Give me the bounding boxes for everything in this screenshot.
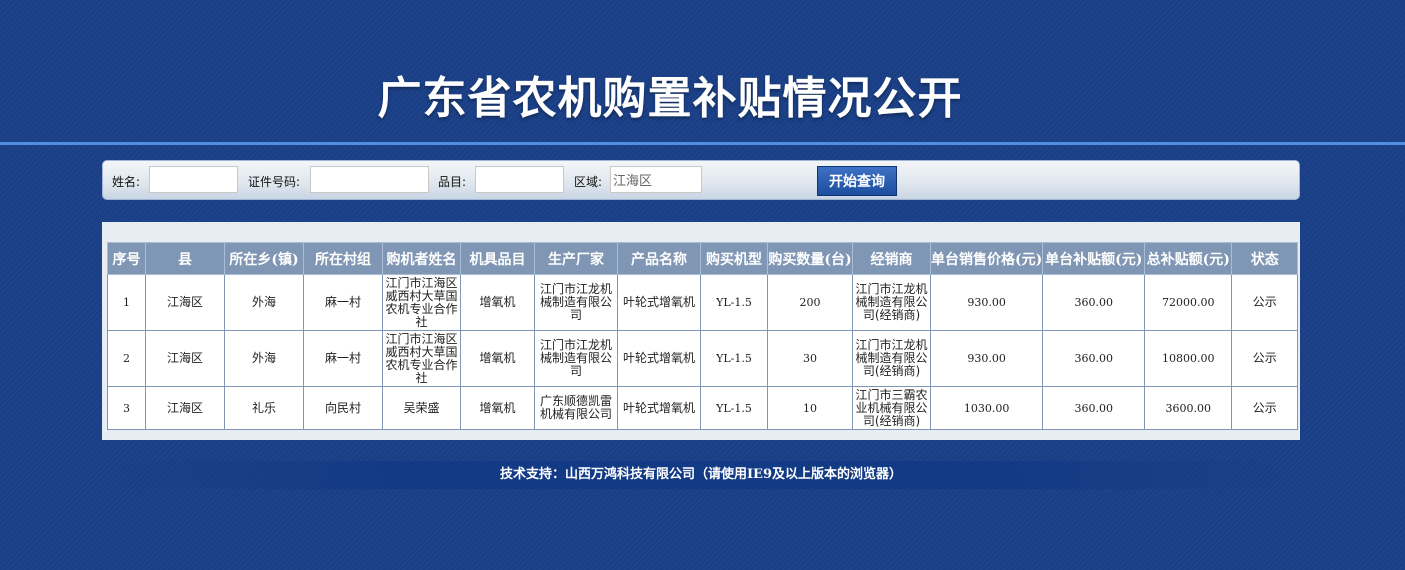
cell-county: 江海区 — [145, 386, 225, 430]
search-button[interactable]: 开始查询 — [817, 166, 897, 196]
id-number-input[interactable] — [310, 166, 429, 193]
dealer-name: 江门市三霸农业机械有限公司(经销商) — [855, 387, 928, 428]
col-header-manufacturer: 生产厂家 — [534, 242, 618, 275]
search-bar: 姓名: 证件号码: 品目: 区域: 开始查询 — [102, 160, 1300, 200]
cell-quantity: 30 — [767, 330, 853, 387]
cell-unit-subsidy: 360.00 — [1042, 330, 1146, 387]
cell-status: 公示 — [1231, 386, 1299, 430]
cell-village: 向民村 — [303, 386, 383, 430]
cell-status: 公示 — [1231, 330, 1299, 387]
region-label: 区域: — [574, 175, 603, 189]
cell-product: 叶轮式增氧机 — [617, 386, 701, 430]
page-header: 广东省农机购置补贴情况公开 — [0, 0, 1405, 142]
cell-index: 2 — [107, 330, 146, 387]
subsidy-table: 序号 县 所在乡(镇) 所在村组 购机者姓名 机具品目 生产厂家 产品名称 购买… — [107, 242, 1299, 430]
col-header-model: 购买机型 — [700, 242, 768, 275]
col-header-product: 产品名称 — [617, 242, 701, 275]
cell-unit-subsidy: 360.00 — [1042, 386, 1146, 430]
col-header-category: 机具品目 — [460, 242, 535, 275]
cell-dealer: 江门市江龙机械制造有限公司(经销商) — [852, 274, 931, 331]
id-number-label: 证件号码: — [248, 175, 301, 189]
item-input[interactable] — [475, 166, 564, 193]
region-input[interactable] — [610, 166, 702, 193]
col-header-town: 所在乡(镇) — [224, 242, 304, 275]
cell-town: 外海 — [224, 274, 304, 331]
name-input[interactable] — [149, 166, 238, 193]
cell-model: YL-1.5 — [700, 330, 768, 387]
item-label: 品目: — [438, 175, 467, 189]
col-header-unit-price: 单台销售价格(元) — [929, 242, 1044, 275]
cell-category: 增氧机 — [460, 386, 535, 430]
cell-unit-price: 930.00 — [929, 274, 1044, 331]
cell-buyer: 江门市江海区威西村大草国农机专业合作社 — [382, 274, 461, 331]
cell-unit-subsidy: 360.00 — [1042, 274, 1146, 331]
cell-category: 增氧机 — [460, 274, 535, 331]
cell-category: 增氧机 — [460, 330, 535, 387]
cell-dealer: 江门市江龙机械制造有限公司(经销商) — [852, 330, 931, 387]
cell-status: 公示 — [1231, 274, 1299, 331]
cell-county: 江海区 — [145, 330, 225, 387]
cell-total-subsidy: 3600.00 — [1144, 386, 1233, 430]
header-divider — [0, 142, 1405, 145]
cell-model: YL-1.5 — [700, 274, 768, 331]
col-header-dealer: 经销商 — [852, 242, 931, 275]
cell-buyer: 吴荣盛 — [382, 386, 461, 430]
col-header-index: 序号 — [107, 242, 146, 275]
cell-total-subsidy: 10800.00 — [1144, 330, 1233, 387]
dealer-name: 江门市江龙机械制造有限公司(经销商) — [855, 338, 928, 378]
cell-buyer: 江门市江海区威西村大草国农机专业合作社 — [382, 330, 461, 387]
page-title: 广东省农机购置补贴情况公开 — [377, 73, 963, 124]
name-label: 姓名: — [112, 175, 141, 189]
cell-manufacturer: 江门市江龙机械制造有限公司 — [534, 330, 618, 387]
table-row: 3 江海区 礼乐 向民村 吴荣盛 增氧机 广东顺德凯雷机械有限公司 叶轮式增氧机… — [107, 386, 1299, 430]
cell-village: 麻一村 — [303, 330, 383, 387]
buyer-name: 江门市江海区威西村大草国农机专业合作社 — [385, 331, 458, 385]
cell-unit-price: 930.00 — [929, 330, 1044, 387]
manufacturer-name: 江门市江龙机械制造有限公司 — [539, 338, 612, 378]
col-header-buyer: 购机者姓名 — [382, 242, 461, 275]
cell-product: 叶轮式增氧机 — [617, 330, 701, 387]
cell-town: 外海 — [224, 330, 304, 387]
cell-total-subsidy: 72000.00 — [1144, 274, 1233, 331]
manufacturer-name: 广东顺德凯雷机械有限公司 — [539, 394, 612, 421]
results-panel: 序号 县 所在乡(镇) 所在村组 购机者姓名 机具品目 生产厂家 产品名称 购买… — [102, 222, 1300, 440]
cell-dealer: 江门市三霸农业机械有限公司(经销商) — [852, 386, 931, 430]
cell-model: YL-1.5 — [700, 386, 768, 430]
cell-county: 江海区 — [145, 274, 225, 331]
col-header-status: 状态 — [1231, 242, 1299, 275]
manufacturer-name: 江门市江龙机械制造有限公司 — [539, 282, 612, 322]
footer-tech-support: 技术支持：山西万鸿科技有限公司（请使用IE9及以上版本的浏览器） — [102, 461, 1300, 489]
cell-quantity: 10 — [767, 386, 853, 430]
cell-quantity: 200 — [767, 274, 853, 331]
table-header-row: 序号 县 所在乡(镇) 所在村组 购机者姓名 机具品目 生产厂家 产品名称 购买… — [107, 242, 1299, 275]
cell-index: 1 — [107, 274, 146, 331]
col-header-total-subsidy: 总补贴额(元) — [1144, 242, 1233, 275]
col-header-village: 所在村组 — [303, 242, 383, 275]
cell-index: 3 — [107, 386, 146, 430]
table-row: 1 江海区 外海 麻一村 江门市江海区威西村大草国农机专业合作社 增氧机 江门市… — [107, 274, 1299, 331]
cell-manufacturer: 广东顺德凯雷机械有限公司 — [534, 386, 618, 430]
cell-village: 麻一村 — [303, 274, 383, 331]
col-header-quantity: 购买数量(台) — [767, 242, 853, 275]
cell-manufacturer: 江门市江龙机械制造有限公司 — [534, 274, 618, 331]
col-header-unit-subsidy: 单台补贴额(元) — [1042, 242, 1146, 275]
buyer-name: 江门市江海区威西村大草国农机专业合作社 — [385, 275, 458, 329]
col-header-county: 县 — [145, 242, 225, 275]
table-row: 2 江海区 外海 麻一村 江门市江海区威西村大草国农机专业合作社 增氧机 江门市… — [107, 330, 1299, 387]
cell-town: 礼乐 — [224, 386, 304, 430]
dealer-name: 江门市江龙机械制造有限公司(经销商) — [855, 282, 928, 322]
cell-unit-price: 1030.00 — [929, 386, 1044, 430]
cell-product: 叶轮式增氧机 — [617, 274, 701, 331]
